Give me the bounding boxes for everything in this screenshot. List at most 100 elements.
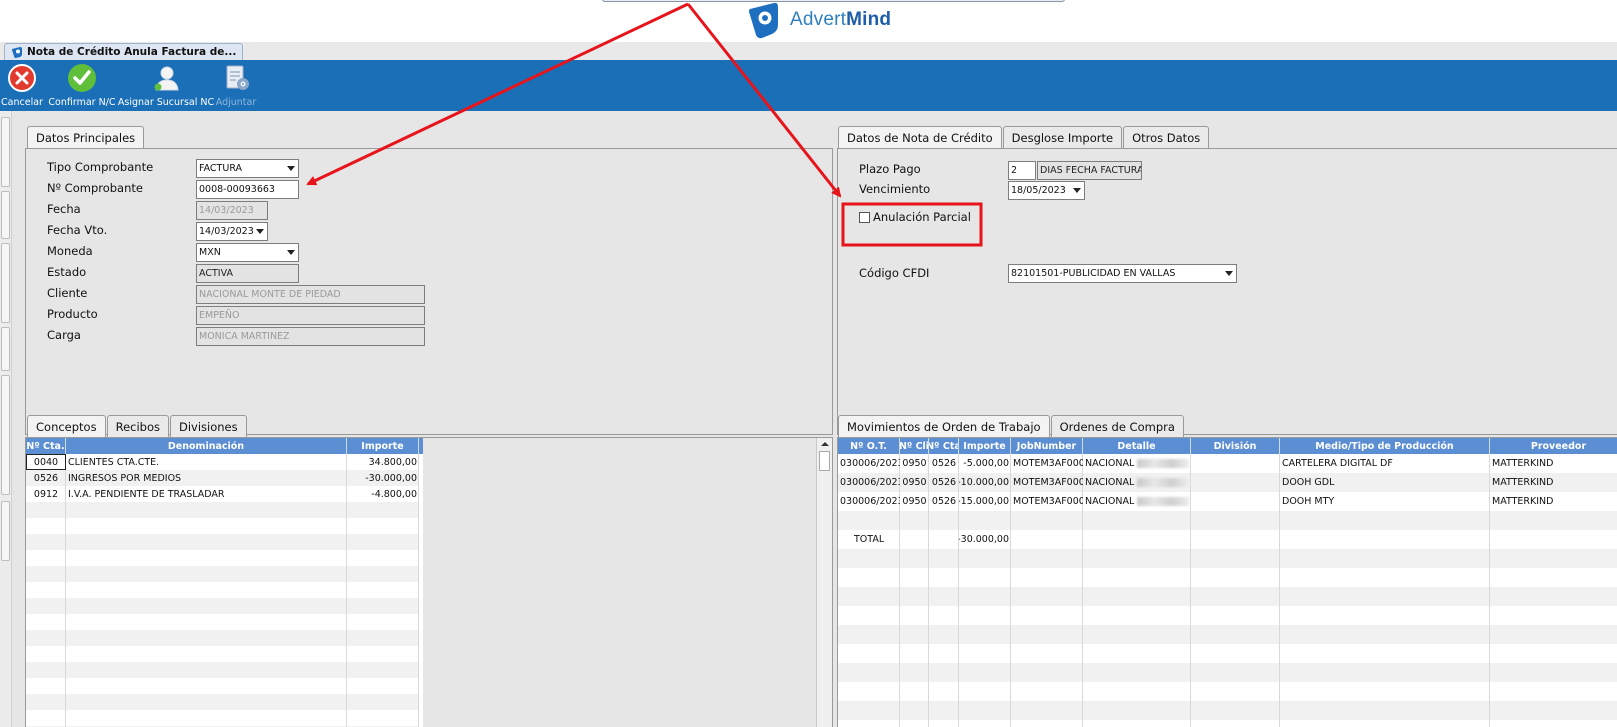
side-rail-tab[interactable] bbox=[1, 243, 10, 323]
table-row[interactable] bbox=[26, 502, 419, 518]
tab-datos-principales[interactable]: Datos Principales bbox=[27, 126, 145, 148]
client-number-cell[interactable]: 0950 bbox=[900, 473, 929, 492]
table-row[interactable] bbox=[838, 587, 1617, 606]
column-header[interactable]: División bbox=[1191, 438, 1280, 454]
provider-cell[interactable]: MATTERKIND bbox=[1490, 454, 1617, 473]
tab-datos-nota-credito[interactable]: Datos de Nota de Crédito bbox=[838, 126, 1002, 148]
side-rail-tab[interactable] bbox=[1, 117, 10, 187]
table-row[interactable] bbox=[838, 663, 1617, 682]
scroll-up-icon[interactable] bbox=[817, 438, 833, 450]
column-header[interactable]: Nº O.T. bbox=[838, 438, 900, 454]
scrollbar-thumb[interactable] bbox=[819, 451, 830, 471]
column-header[interactable]: Detalle bbox=[1083, 438, 1191, 454]
column-header[interactable]: Denominación bbox=[66, 438, 347, 454]
amount-cell[interactable]: -30.000,00 bbox=[347, 470, 419, 486]
assign-branch-button[interactable]: Asignar Sucursal NC bbox=[118, 62, 214, 109]
table-row[interactable] bbox=[26, 710, 419, 726]
tab-desglose-importe[interactable]: Desglose Importe bbox=[1002, 126, 1123, 148]
confirm-nc-button[interactable]: Confirmar N/C bbox=[48, 62, 116, 109]
media-type-cell[interactable]: DOOH MTY bbox=[1280, 492, 1490, 511]
provider-cell[interactable]: MATTERKIND bbox=[1490, 492, 1617, 511]
table-row[interactable] bbox=[838, 530, 1617, 549]
account-number-cell[interactable]: 0526 bbox=[929, 473, 959, 492]
amount-cell[interactable]: -5.000,00 bbox=[959, 454, 1011, 473]
detail-cell[interactable]: NACIONAL bbox=[1083, 454, 1191, 473]
job-number-cell[interactable]: MOTEM3AF0006 bbox=[1011, 473, 1083, 492]
moneda-select[interactable]: MXN bbox=[196, 243, 299, 262]
side-rail-tab[interactable] bbox=[1, 375, 10, 495]
cancel-button[interactable]: Cancelar bbox=[1, 62, 43, 109]
table-row[interactable] bbox=[838, 549, 1617, 568]
vencimiento-date-picker[interactable]: 18/05/2023 bbox=[1008, 181, 1085, 200]
column-header[interactable]: Nº Cli bbox=[900, 438, 929, 454]
account-number-cell[interactable]: 0526 bbox=[929, 454, 959, 473]
account-number-cell[interactable]: 0526 bbox=[929, 492, 959, 511]
tab-otros-datos[interactable]: Otros Datos bbox=[1123, 126, 1210, 148]
table-row[interactable] bbox=[838, 720, 1617, 727]
table-row[interactable] bbox=[26, 662, 419, 678]
account-number-cell[interactable]: 0040 bbox=[26, 454, 66, 470]
table-row[interactable] bbox=[26, 630, 419, 646]
account-number-cell[interactable]: 0912 bbox=[26, 486, 66, 502]
denomination-cell[interactable]: CLIENTES CTA.CTE. bbox=[66, 454, 347, 470]
table-row[interactable] bbox=[26, 694, 419, 710]
job-number-cell[interactable]: MOTEM3AF0006 bbox=[1011, 454, 1083, 473]
side-rail-tab[interactable] bbox=[1, 501, 10, 561]
media-type-cell[interactable]: DOOH GDL bbox=[1280, 473, 1490, 492]
nro-comprobante-field[interactable]: 0008-00093663 bbox=[196, 180, 299, 199]
division-cell[interactable] bbox=[1191, 473, 1280, 492]
attach-button[interactable]: Adjuntar bbox=[214, 62, 258, 109]
table-row[interactable] bbox=[26, 646, 419, 662]
table-row[interactable] bbox=[838, 568, 1617, 587]
side-rail-tab[interactable] bbox=[1, 191, 10, 239]
tab-conceptos[interactable]: Conceptos bbox=[27, 415, 106, 437]
detail-cell[interactable]: NACIONAL bbox=[1083, 492, 1191, 511]
ot-number-cell[interactable]: 030006/2023 bbox=[838, 492, 900, 511]
table-row[interactable] bbox=[838, 511, 1617, 530]
column-header[interactable]: Medio/Tipo de Producción bbox=[1280, 438, 1490, 454]
amount-cell[interactable]: -15.000,00 bbox=[959, 492, 1011, 511]
codigo-cfdi-select[interactable]: 82101501-PUBLICIDAD EN VALLAS bbox=[1008, 264, 1237, 283]
tab-ordenes-compra[interactable]: Ordenes de Compra bbox=[1050, 415, 1184, 437]
column-header[interactable]: Importe bbox=[347, 438, 419, 454]
column-header[interactable]: Nº Cta. bbox=[26, 438, 66, 454]
column-header[interactable]: Importe bbox=[959, 438, 1011, 454]
division-cell[interactable] bbox=[1191, 492, 1280, 511]
column-header[interactable]: Proveedor bbox=[1490, 438, 1617, 454]
table-row[interactable] bbox=[26, 582, 419, 598]
conceptos-scrollbar[interactable] bbox=[816, 438, 832, 727]
account-number-cell[interactable]: 0526 bbox=[26, 470, 66, 486]
document-tab[interactable]: Nota de Crédito Anula Factura de... bbox=[4, 43, 244, 60]
table-row[interactable] bbox=[838, 682, 1617, 701]
table-row[interactable] bbox=[26, 598, 419, 614]
table-row[interactable] bbox=[838, 606, 1617, 625]
ot-number-cell[interactable]: 030006/2023 bbox=[838, 473, 900, 492]
detail-cell[interactable]: NACIONAL bbox=[1083, 473, 1191, 492]
tab-divisiones[interactable]: Divisiones bbox=[170, 415, 247, 437]
denomination-cell[interactable]: INGRESOS POR MEDIOS bbox=[66, 470, 347, 486]
column-header[interactable]: JobNumber bbox=[1011, 438, 1083, 454]
side-rail-tab[interactable] bbox=[1, 327, 10, 371]
amount-cell[interactable]: -10.000,00 bbox=[959, 473, 1011, 492]
table-row[interactable] bbox=[26, 566, 419, 582]
table-row[interactable] bbox=[838, 701, 1617, 720]
provider-cell[interactable]: MATTERKIND bbox=[1490, 473, 1617, 492]
table-row[interactable] bbox=[26, 534, 419, 550]
tab-movimientos-ot[interactable]: Movimientos de Orden de Trabajo bbox=[838, 415, 1050, 437]
tab-recibos[interactable]: Recibos bbox=[106, 415, 169, 437]
table-row[interactable] bbox=[838, 644, 1617, 663]
amount-cell[interactable]: 34.800,00 bbox=[347, 454, 419, 470]
column-header[interactable]: Nº Cta bbox=[929, 438, 959, 454]
job-number-cell[interactable]: MOTEM3AF0006 bbox=[1011, 492, 1083, 511]
media-type-cell[interactable]: CARTELERA DIGITAL DF bbox=[1280, 454, 1490, 473]
fecha-vto-date-picker[interactable]: 14/03/2023 bbox=[196, 222, 268, 241]
table-row[interactable] bbox=[26, 678, 419, 694]
tipo-comprobante-select[interactable]: FACTURA bbox=[196, 159, 299, 178]
amount-cell[interactable]: -4.800,00 bbox=[347, 486, 419, 502]
table-row[interactable] bbox=[26, 614, 419, 630]
ot-number-cell[interactable]: 030006/2023 bbox=[838, 454, 900, 473]
division-cell[interactable] bbox=[1191, 454, 1280, 473]
client-number-cell[interactable]: 0950 bbox=[900, 454, 929, 473]
table-row[interactable] bbox=[26, 518, 419, 534]
anulacion-parcial-checkbox[interactable] bbox=[859, 212, 870, 223]
